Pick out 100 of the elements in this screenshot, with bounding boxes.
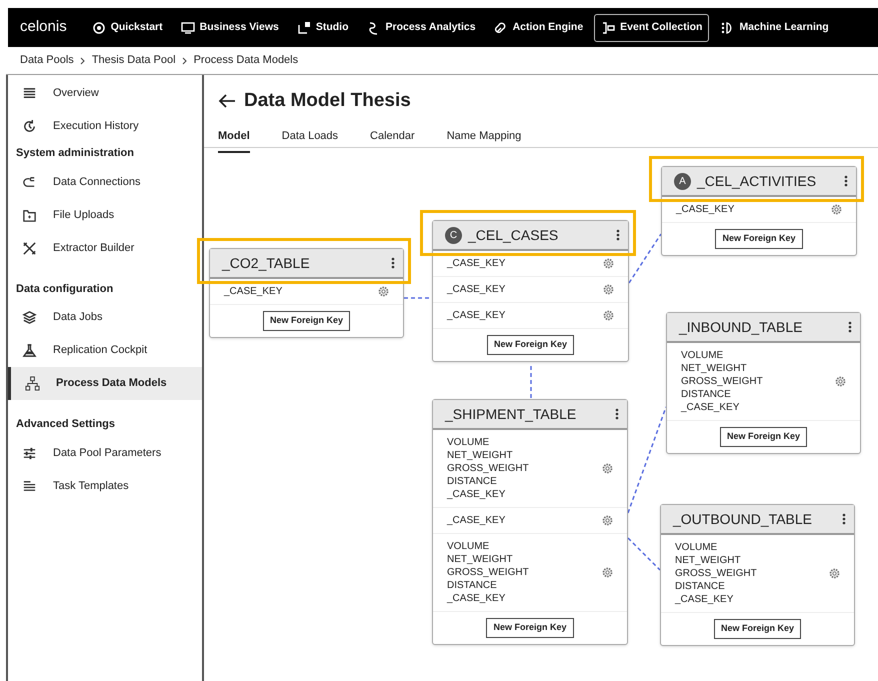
tab[interactable]: Calendar [370, 128, 415, 153]
field-name: _CASE_KEY [447, 592, 506, 605]
new-foreign-key-button[interactable]: New Foreign Key [720, 427, 807, 446]
nav-tab[interactable]: Action Engine [486, 14, 590, 42]
field-name: _CASE_KEY [447, 309, 506, 322]
clock-icon [22, 119, 37, 134]
sidebar-item[interactable]: Data Pool Parameters [8, 436, 202, 470]
chevron-icon [80, 56, 86, 64]
field-name: DISTANCE [447, 579, 498, 592]
more-icon[interactable] [391, 257, 395, 269]
field-name: VOLUME [681, 349, 724, 362]
field-name: NET_WEIGHT [447, 449, 514, 462]
folder-icon [22, 208, 37, 222]
connector-line [627, 537, 661, 571]
nav-tab[interactable]: Business Views [174, 14, 286, 42]
badge: C [445, 226, 462, 244]
field-name: VOLUME [447, 436, 490, 449]
page-title: Data Model Thesis [244, 89, 411, 113]
table-name: _OUTBOUND_TABLE [673, 510, 813, 529]
sliders-icon [22, 446, 37, 460]
field-name: _CASE_KEY [224, 285, 282, 298]
sidebar-item[interactable]: Process Data Models [8, 367, 202, 400]
sidebar-item[interactable]: Task Templates [8, 470, 202, 502]
gear-icon[interactable] [603, 284, 614, 295]
gear-icon[interactable] [603, 310, 614, 321]
table-name: _CEL_CASES [468, 226, 560, 245]
gear-icon[interactable] [831, 204, 842, 215]
more-icon[interactable] [615, 408, 619, 420]
gear-icon[interactable] [602, 463, 613, 474]
new-foreign-key-button[interactable]: New Foreign Key [486, 335, 574, 354]
flask-icon [22, 343, 37, 358]
more-icon[interactable] [848, 321, 852, 333]
field-name: NET_WEIGHT [447, 553, 514, 566]
more-icon[interactable] [844, 175, 848, 187]
new-foreign-key-button[interactable]: New Foreign Key [714, 619, 801, 638]
section-heading: Data configuration [15, 282, 114, 296]
more-icon[interactable] [842, 513, 846, 525]
sidebar-item[interactable]: Data Connections [8, 166, 202, 198]
more-icon[interactable] [616, 229, 620, 241]
nav-tab[interactable]: Quickstart [84, 14, 170, 42]
field-name: NET_WEIGHT [681, 362, 748, 375]
new-foreign-key-button[interactable]: New Foreign Key [486, 618, 574, 638]
link-icon [494, 20, 508, 34]
sidebar-item[interactable]: Execution History [8, 110, 202, 143]
gear-icon[interactable] [835, 376, 846, 387]
field-name: VOLUME [675, 541, 718, 554]
nav-tab[interactable]: Studio [290, 14, 356, 42]
field-name: _CASE_KEY [447, 257, 506, 270]
sidebar-item[interactable]: Overview [8, 77, 202, 110]
new-foreign-key-button[interactable]: New Foreign Key [715, 229, 802, 248]
chevron-icon [182, 56, 188, 64]
connector-line [530, 366, 532, 399]
field-name: VOLUME [447, 540, 490, 553]
monitor-icon [180, 20, 195, 34]
target-icon [92, 20, 106, 34]
field-name: _CASE_KEY [676, 203, 734, 216]
badge: A [674, 172, 691, 190]
plug-icon [22, 174, 37, 190]
back-arrow-icon[interactable] [218, 94, 236, 108]
sidebar-item[interactable]: File Uploads [8, 198, 202, 232]
logo[interactable]: celonis [20, 16, 67, 39]
gear-icon[interactable] [602, 515, 613, 526]
tab[interactable]: Data Loads [282, 128, 338, 153]
nav-tab[interactable]: Machine Learning [713, 14, 836, 42]
breadcrumb-link[interactable]: Thesis Data Pool [92, 52, 176, 69]
table-name: _INBOUND_TABLE [679, 318, 804, 337]
sidebar-item[interactable]: Data Jobs [8, 301, 202, 334]
breadcrumb-link[interactable]: Process Data Models [194, 52, 298, 69]
sidebar-item[interactable]: Extractor Builder [8, 232, 202, 264]
gear-icon[interactable] [603, 258, 614, 269]
tools-icon [22, 240, 37, 256]
tab[interactable]: Model [218, 128, 250, 153]
field-name: DISTANCE [681, 388, 732, 401]
field-name: GROSS_WEIGHT [447, 566, 529, 579]
section-heading: Advanced Settings [15, 417, 116, 432]
list-icon [22, 86, 37, 101]
connector-line [628, 234, 662, 284]
nav-tab[interactable]: Process Analytics [360, 14, 483, 42]
field-name: _CASE_KEY [447, 488, 506, 501]
field-name: GROSS_WEIGHT [447, 462, 529, 475]
sidebar-item[interactable]: Replication Cockpit [8, 334, 202, 367]
field-name: _CASE_KEY [681, 401, 740, 414]
bracket-icon [601, 20, 616, 34]
field-name: DISTANCE [447, 475, 498, 488]
field-name: _CASE_KEY [447, 514, 506, 527]
gear-icon[interactable] [829, 568, 840, 579]
section-heading: System administration [15, 146, 135, 161]
new-foreign-key-button[interactable]: New Foreign Key [262, 311, 350, 330]
connector-line [404, 297, 432, 299]
layers-icon [22, 310, 37, 325]
field-name: GROSS_WEIGHT [675, 567, 757, 580]
table-name: _CEL_ACTIVITIES [697, 172, 818, 191]
field-name: _CASE_KEY [447, 283, 506, 296]
tab[interactable]: Name Mapping [446, 128, 522, 153]
nav-tab[interactable]: Event Collection [594, 14, 710, 42]
field-name: NET_WEIGHT [675, 554, 742, 567]
gear-icon[interactable] [602, 567, 613, 578]
breadcrumb-link[interactable]: Data Pools [20, 52, 74, 69]
table-name: _SHIPMENT_TABLE [445, 404, 578, 424]
gear-icon[interactable] [378, 286, 389, 297]
